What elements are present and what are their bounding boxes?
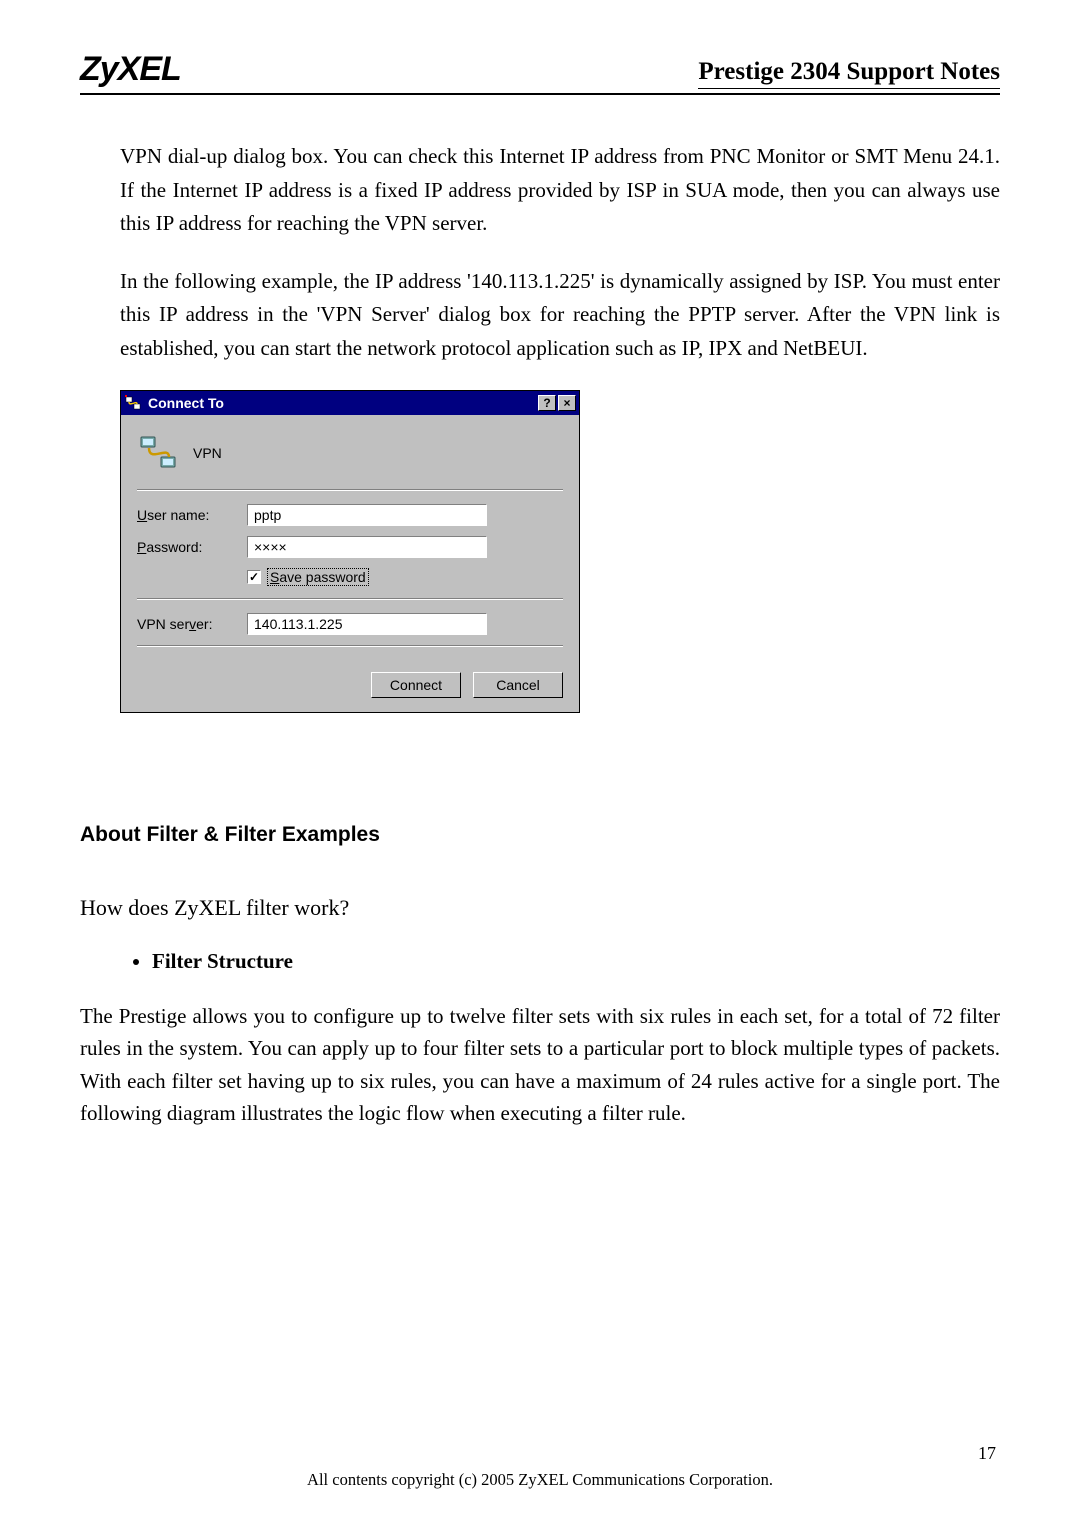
filter-question: How does ZyXEL filter work? — [80, 895, 1000, 921]
dialog-button-row: Connect Cancel — [137, 672, 563, 698]
vpn-label: VPN — [193, 445, 222, 461]
save-password-label: Save password — [267, 568, 369, 586]
filter-paragraph: The Prestige allows you to configure up … — [80, 1000, 1000, 1130]
separator — [137, 598, 563, 599]
titlebar-buttons: ? × — [538, 395, 576, 411]
filter-bullet-list: Filter Structure — [152, 949, 1000, 974]
page-number: 17 — [978, 1443, 996, 1464]
cancel-button[interactable]: Cancel — [473, 672, 563, 698]
password-input[interactable]: ×××× — [247, 536, 487, 558]
connect-to-dialog: Connect To ? × VPN User name: pptp — [120, 390, 580, 713]
vpn-server-label: VPN server: — [137, 616, 247, 632]
connect-button[interactable]: Connect — [371, 672, 461, 698]
page-header: ZyXEL Prestige 2304 Support Notes — [80, 50, 1000, 95]
filter-section-heading: About Filter & Filter Examples — [80, 823, 1000, 847]
dialog-body: VPN User name: pptp Password: ×××× ✓ Sav… — [121, 415, 579, 712]
close-button[interactable]: × — [558, 395, 576, 411]
intro-block: VPN dial-up dialog box. You can check th… — [80, 140, 1000, 366]
vpn-connection-icon — [139, 433, 179, 473]
save-password-row: ✓ Save password — [247, 568, 563, 586]
vpn-server-row: VPN server: 140.113.1.225 — [137, 613, 563, 635]
dialog-title: Connect To — [148, 395, 538, 411]
password-label: Password: — [137, 539, 247, 555]
filter-structure-bullet: Filter Structure — [152, 949, 1000, 974]
username-row: User name: pptp — [137, 504, 563, 526]
paragraph-1: VPN dial-up dialog box. You can check th… — [120, 140, 1000, 241]
help-button[interactable]: ? — [538, 395, 556, 411]
separator-2 — [137, 645, 563, 646]
save-password-checkbox[interactable]: ✓ — [247, 570, 261, 584]
footer-copyright: All contents copyright (c) 2005 ZyXEL Co… — [0, 1470, 1080, 1490]
password-row: Password: ×××× — [137, 536, 563, 558]
username-label: User name: — [137, 507, 247, 523]
dialup-icon — [124, 394, 142, 412]
username-input[interactable]: pptp — [247, 504, 487, 526]
doc-title: Prestige 2304 Support Notes — [698, 58, 1000, 89]
paragraph-2: In the following example, the IP address… — [120, 265, 1000, 366]
dialog-titlebar: Connect To ? × — [121, 391, 579, 415]
dialog-header-row: VPN — [137, 427, 563, 490]
vpn-server-input[interactable]: 140.113.1.225 — [247, 613, 487, 635]
logo: ZyXEL — [80, 50, 181, 89]
